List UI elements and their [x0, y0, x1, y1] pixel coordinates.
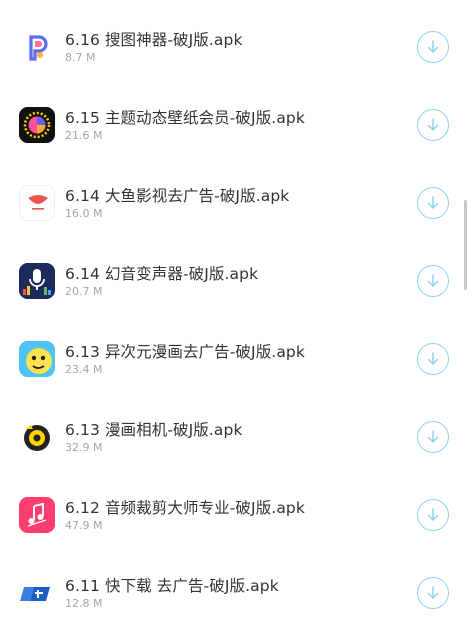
wallpaper-app-icon [19, 107, 55, 143]
download-button[interactable] [417, 109, 449, 141]
file-row[interactable]: 6.12 音频裁剪大师专业-破J版.apk 47.9 M [0, 476, 472, 554]
audio-cutter-app-icon [19, 497, 55, 533]
file-row[interactable]: 6.14 大鱼影视去广告-破J版.apk 16.0 M [0, 164, 472, 242]
download-arrow-icon [427, 352, 439, 365]
file-title: 6.11 快下载 去广告-破J版.apk [65, 577, 279, 595]
download-arrow-icon [427, 430, 439, 443]
file-row[interactable]: 6.11 快下载 去广告-破J版.apk 12.8 M [0, 554, 472, 632]
file-size: 21.6 M [65, 129, 103, 142]
file-size: 12.8 M [65, 597, 103, 610]
file-size: 23.4 M [65, 363, 103, 376]
file-title: 6.14 幻音变声器-破J版.apk [65, 265, 259, 283]
comic-app-icon [19, 341, 55, 377]
comic-camera-app-icon [19, 419, 55, 455]
download-button[interactable] [417, 343, 449, 375]
download-button[interactable] [417, 31, 449, 63]
file-size: 20.7 M [65, 285, 103, 298]
download-button[interactable] [417, 187, 449, 219]
file-title: 6.13 漫画相机-破J版.apk [65, 421, 243, 439]
file-size: 16.0 M [65, 207, 103, 220]
download-arrow-icon [427, 586, 439, 599]
download-arrow-icon [427, 40, 439, 53]
file-title: 6.12 音频裁剪大师专业-破J版.apk [65, 499, 305, 517]
download-arrow-icon [427, 274, 439, 287]
file-size: 8.7 M [65, 51, 96, 64]
file-row[interactable]: 6.14 幻音变声器-破J版.apk 20.7 M [0, 242, 472, 320]
scrollbar[interactable] [464, 200, 467, 290]
download-arrow-icon [427, 508, 439, 521]
download-button[interactable] [417, 421, 449, 453]
file-size: 47.9 M [65, 519, 103, 532]
download-arrow-icon [427, 118, 439, 131]
sotu-app-icon [19, 29, 55, 65]
file-title: 6.16 搜图神器-破J版.apk [65, 31, 243, 49]
voice-changer-app-icon [19, 263, 55, 299]
file-title: 6.14 大鱼影视去广告-破J版.apk [65, 187, 290, 205]
download-arrow-icon [427, 196, 439, 209]
file-size: 32.9 M [65, 441, 103, 454]
file-row[interactable]: 6.16 搜图神器-破J版.apk 8.7 M [0, 8, 472, 86]
file-title: 6.15 主题动态壁纸会员-破J版.apk [65, 109, 305, 127]
download-button[interactable] [417, 499, 449, 531]
file-title: 6.13 异次元漫画去广告-破J版.apk [65, 343, 305, 361]
file-row[interactable]: 6.13 漫画相机-破J版.apk 32.9 M [0, 398, 472, 476]
file-row[interactable]: 6.13 异次元漫画去广告-破J版.apk 23.4 M [0, 320, 472, 398]
download-button[interactable] [417, 577, 449, 609]
download-button[interactable] [417, 265, 449, 297]
quick-download-app-icon [19, 575, 55, 611]
dayu-app-icon [19, 185, 55, 221]
file-row[interactable]: 6.15 主题动态壁纸会员-破J版.apk 21.6 M [0, 86, 472, 164]
